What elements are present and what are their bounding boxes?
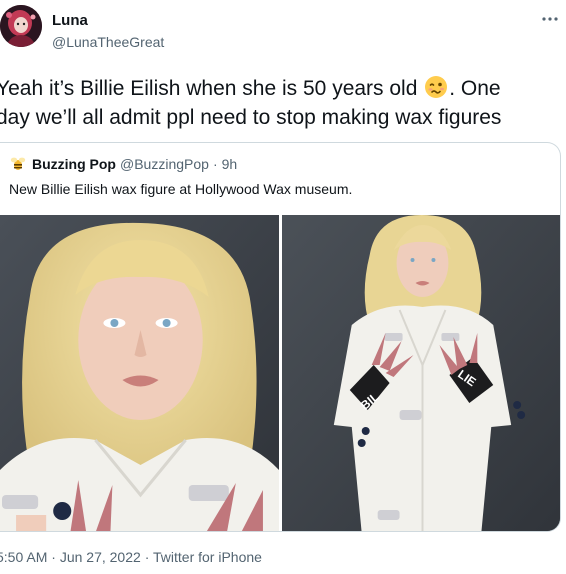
author-handle[interactable]: @LunaTheeGreat: [52, 34, 164, 50]
tweet-text: Yeah it’s Billie Eilish when she is 50 y…: [0, 74, 562, 132]
quote-text: New Billie Eilish wax figure at Hollywoo…: [9, 181, 353, 197]
tweet-footer: 5:50 AM · Jun 27, 2022 · Twitter for iPh…: [0, 549, 262, 565]
media-grid: BIL LIE: [0, 215, 560, 531]
tweet-text-part-2: . One: [449, 77, 501, 100]
more-options-icon[interactable]: [540, 12, 560, 26]
quote-timestamp[interactable]: 9h: [222, 156, 238, 172]
bee-avatar-icon[interactable]: [9, 155, 27, 173]
woozy-face-emoji-icon: [424, 75, 448, 99]
author-avatar[interactable]: [0, 5, 42, 47]
tweet-text-part-1: Yeah it’s Billie Eilish when she is 50 y…: [0, 77, 418, 100]
quote-author-name[interactable]: Buzzing Pop: [32, 156, 116, 172]
tweet-text-line-2: day we’ll all admit ppl need to stop mak…: [0, 106, 502, 129]
wax-figure-closeup-photo[interactable]: [0, 215, 279, 531]
tweet-time[interactable]: 5:50 AM: [0, 549, 47, 565]
footer-separator-2: ·: [144, 549, 150, 565]
quote-header: Buzzing Pop @BuzzingPop · 9h: [9, 155, 237, 173]
footer-separator-1: ·: [51, 549, 56, 565]
tweet-source[interactable]: Twitter for iPhone: [153, 549, 262, 565]
tweet: Luna @LunaTheeGreat Yeah it’s Billie Eil…: [0, 0, 566, 574]
quote-separator: ·: [212, 156, 218, 172]
wax-figure-fullbody-photo[interactable]: BIL LIE: [282, 215, 560, 531]
quoted-tweet-card[interactable]: Buzzing Pop @BuzzingPop · 9h New Billie …: [0, 142, 561, 532]
tweet-date[interactable]: Jun 27, 2022: [60, 549, 141, 565]
author-name[interactable]: Luna: [52, 12, 88, 29]
tweet-text-line-1: Yeah it’s Billie Eilish when she is 50 y…: [0, 74, 562, 103]
avatar-image: [0, 5, 42, 47]
quote-author-handle[interactable]: @BuzzingPop: [120, 156, 209, 172]
